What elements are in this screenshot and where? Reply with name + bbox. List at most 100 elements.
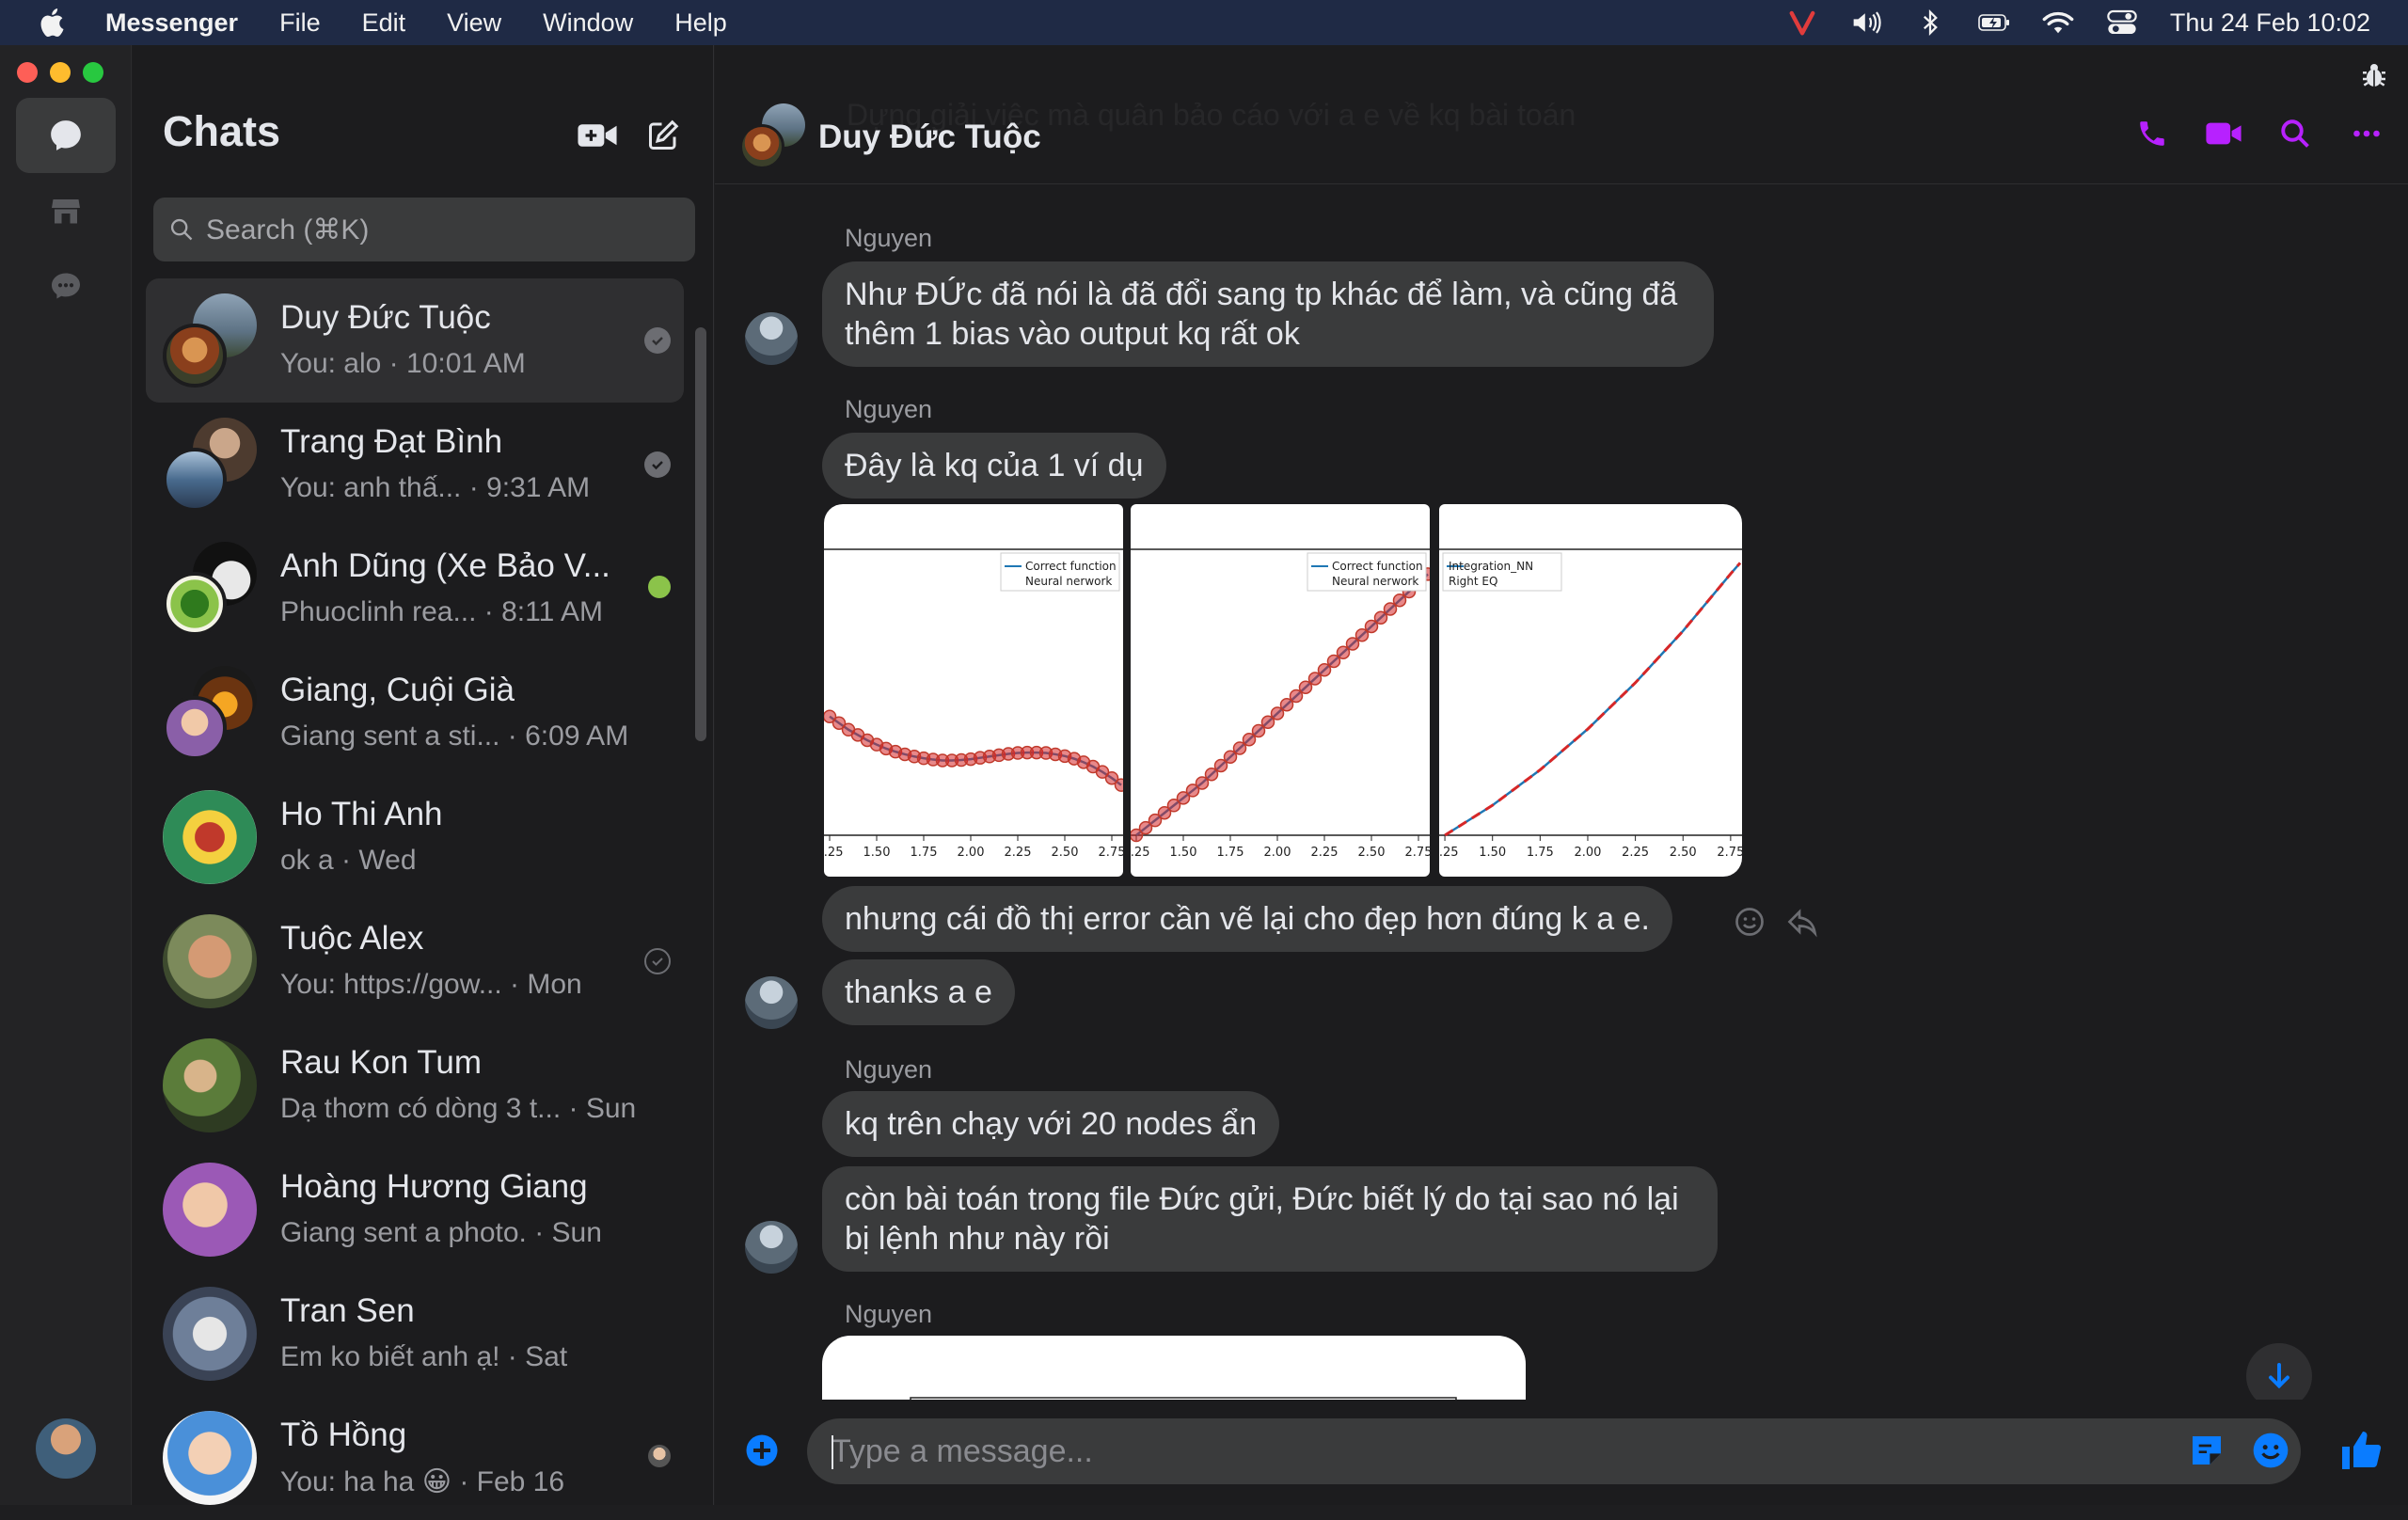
message-bubble[interactable]: thanks a e <box>822 959 1015 1025</box>
volume-icon[interactable] <box>1850 8 1882 37</box>
apple-icon[interactable] <box>38 7 70 39</box>
plot-4-svg: 1.0Correct functionNeural nerwork <box>910 1397 1457 1400</box>
minimize-window-button[interactable] <box>50 62 71 83</box>
wifi-icon[interactable] <box>2042 8 2074 37</box>
message-bubble[interactable]: nhưng cái đồ thị error cần vẽ lại cho đẹ… <box>822 886 1672 952</box>
arrow-down-icon <box>2269 1363 2289 1389</box>
marketplace-nav-button[interactable] <box>16 173 116 248</box>
conversation-item[interactable]: Anh Dũng (Xe Bảo V... Phuoclinh rea... ·… <box>146 527 684 651</box>
sender-avatar[interactable] <box>745 312 798 365</box>
conversation-item[interactable]: Tuộc Alex You: https://gow... · Mon <box>146 899 684 1023</box>
message-bubble[interactable]: Như ĐỨc đã nói là đã đổi sang tp khác để… <box>822 261 1714 367</box>
sender-avatar[interactable] <box>745 1221 798 1274</box>
conversation-name: Anh Dũng (Xe Bảo V... <box>280 547 610 584</box>
menu-file[interactable]: File <box>279 8 321 38</box>
battery-icon[interactable] <box>1978 8 2010 37</box>
emoji-icon[interactable] <box>2252 1432 2289 1469</box>
search-field[interactable]: Search (⌘K) <box>153 198 695 261</box>
scroll-to-bottom-button[interactable] <box>2246 1343 2312 1400</box>
message-bubble[interactable]: kq trên chạy với 20 nodes ẩn <box>822 1091 1280 1157</box>
message-list: Nguyen Như ĐỨc đã nói là đã đổi sang tp … <box>715 186 2408 1400</box>
control-center-icon[interactable] <box>2106 8 2138 37</box>
conversation-item[interactable]: Tran Sen Em ko biết anh ạ! · Sat <box>146 1272 684 1396</box>
more-dots-icon <box>2353 130 2380 137</box>
menu-app-name[interactable]: Messenger <box>105 8 238 38</box>
menu-view[interactable]: View <box>447 8 501 38</box>
sticker-icon[interactable] <box>2188 1432 2226 1469</box>
x-tick-label: 2.50 <box>1670 846 1697 860</box>
conversation-name: Tran Sen <box>280 1292 415 1329</box>
sender-avatar[interactable] <box>745 976 798 1029</box>
thumbs-up-icon[interactable] <box>2338 1428 2384 1473</box>
menubar-clock[interactable]: Thu 24 Feb 10:02 <box>2170 8 2370 38</box>
bluetooth-icon[interactable] <box>1914 8 1946 37</box>
conversation-preview: You: alo · 10:01 AM <box>280 348 526 379</box>
new-message-button[interactable] <box>641 113 686 158</box>
compose-icon <box>649 119 679 150</box>
zoom-window-button[interactable] <box>83 62 103 83</box>
window-controls <box>17 62 103 83</box>
conversation-title[interactable]: Duy Đức Tuộc <box>818 119 1041 156</box>
avatar <box>163 1411 257 1505</box>
chats-heading: Chats <box>163 107 281 155</box>
menu-window[interactable]: Window <box>543 8 633 38</box>
search-conversation-button[interactable] <box>2276 115 2314 152</box>
plot-2-svg: 1.25 1.50 1.75 2.00 2.25 2.50 2.75 Correct func… <box>1131 548 1430 860</box>
nav-rail <box>0 45 132 1505</box>
add-attachment-icon[interactable] <box>745 1433 779 1467</box>
conversation-item[interactable]: Giang, Cuội Già Giang sent a sti... · 6:… <box>146 651 684 775</box>
profile-avatar[interactable] <box>36 1418 96 1479</box>
x-tick-label: 2.75 <box>1405 846 1430 860</box>
more-options-button[interactable] <box>2348 115 2385 152</box>
x-tick-label: 1.25 <box>1131 846 1149 860</box>
store-icon <box>52 199 80 224</box>
message-bubble[interactable]: Đây là kq của 1 ví dụ <box>822 433 1166 499</box>
x-tick-label: 2.00 <box>1574 846 1601 860</box>
close-window-button[interactable] <box>17 62 38 83</box>
plot-image-2[interactable]: 1.25 1.50 1.75 2.00 2.25 2.50 2.75 Correct func… <box>1131 504 1430 877</box>
plot-image-1[interactable]: 1.25 1.50 1.75 2.00 2.25 2.50 2.75 Correct func… <box>824 504 1123 877</box>
conversation-item[interactable]: Hoàng Hương Giang Giang sent a photo. · … <box>146 1148 684 1272</box>
message-composer <box>715 1400 2408 1505</box>
conversation-avatar[interactable] <box>739 103 805 169</box>
bug-report-icon[interactable] <box>2359 60 2389 90</box>
conversation-list: Duy Đức Tuộc You: alo · 10:01 AM Trang Đ… <box>146 278 684 1520</box>
plot-image-3[interactable]: 1.25 1.50 1.75 2.00 2.25 2.50 2.75 Integration_… <box>1439 504 1742 877</box>
conversation-item[interactable]: Duy Đức Tuộc You: alo · 10:01 AM <box>146 278 684 403</box>
chat-list-scrollbar[interactable] <box>695 327 706 741</box>
avatar <box>163 1163 257 1257</box>
message-bubble[interactable]: còn bài toán trong file Đức gửi, Đức biế… <box>822 1166 1718 1272</box>
x-tick-label: 1.50 <box>1479 846 1506 860</box>
sent-check-icon <box>644 948 671 974</box>
read-check-icon <box>644 327 671 354</box>
conversation-preview: You: https://gow... · Mon <box>280 969 582 1000</box>
menu-help[interactable]: Help <box>674 8 727 38</box>
message-input[interactable] <box>807 1418 2301 1484</box>
chats-nav-button[interactable] <box>16 98 116 173</box>
video-call-button[interactable] <box>2205 115 2242 152</box>
audio-call-button[interactable] <box>2133 115 2171 152</box>
conversation-preview: You: ha ha 😀 · Feb 16 <box>280 1466 565 1497</box>
conversation-item[interactable]: Trang Đạt Bình You: anh thấ... · 9:31 AM <box>146 403 684 527</box>
requests-nav-button[interactable] <box>16 248 116 324</box>
series-line-integration-nn <box>1444 562 1741 837</box>
x-tick-label: 2.00 <box>958 846 985 860</box>
conversation-item[interactable]: Tồ Hồng You: ha ha 😀 · Feb 16 <box>146 1396 684 1520</box>
seen-avatar-icon <box>648 1445 671 1467</box>
series-line-right-eq <box>1444 562 1742 837</box>
react-smiley-icon[interactable] <box>1733 905 1766 939</box>
plot-image-4[interactable]: 1.0Correct functionNeural nerwork <box>822 1336 1526 1400</box>
conversation-item[interactable]: Rau Kon Tum Dạ thơm có dòng 3 t... · Sun <box>146 1023 684 1148</box>
menu-edit[interactable]: Edit <box>362 8 406 38</box>
legend-label: Integration_NN <box>1449 560 1533 573</box>
vivaldi-icon[interactable] <box>1786 8 1818 37</box>
chat-list-panel: Chats Search (⌘K) Duy Đức Tuộc You: alo … <box>133 45 714 1505</box>
avatar-front <box>163 324 227 388</box>
new-room-button[interactable] <box>575 113 620 158</box>
conversation-actions <box>2133 115 2385 152</box>
plot-3-svg: 1.25 1.50 1.75 2.00 2.25 2.50 2.75 Integration_… <box>1439 548 1742 860</box>
reply-icon[interactable] <box>1785 905 1819 939</box>
avatar <box>163 1287 257 1381</box>
conversation-preview: Giang sent a sti... · 6:09 AM <box>280 720 629 752</box>
conversation-item[interactable]: Ho Thi Anh ok a · Wed <box>146 775 684 899</box>
